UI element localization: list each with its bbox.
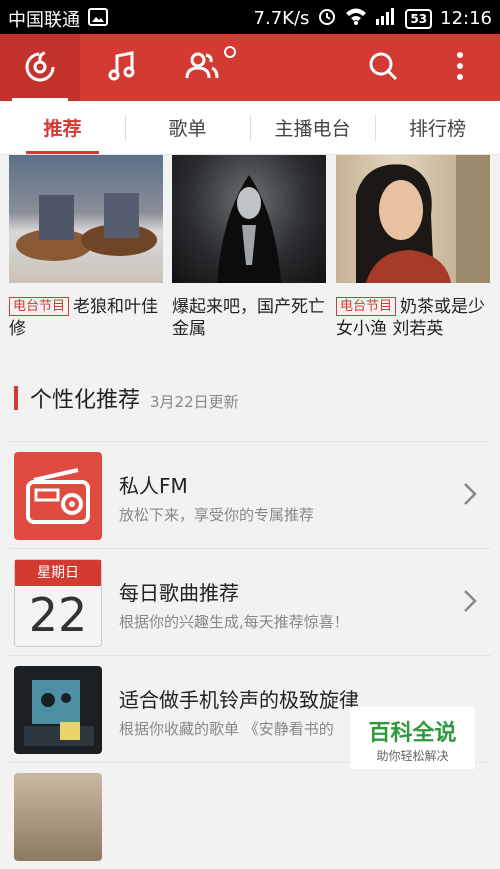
more-vertical-icon bbox=[456, 51, 464, 85]
carrier-label: 中国联通 bbox=[8, 10, 80, 31]
playlist-cover-image bbox=[14, 666, 102, 754]
alarm-icon bbox=[317, 6, 337, 31]
radio-cover-image bbox=[9, 155, 163, 283]
radio-tag: 电台节目 bbox=[336, 297, 397, 316]
watermark-logo: 百科全说 助你轻松解决 bbox=[350, 707, 475, 769]
section-title: 个性化推荐 bbox=[30, 388, 141, 413]
calendar-weekday: 星期日 bbox=[15, 560, 101, 586]
list-item-subtitle: 根据你的兴趣生成,每天推荐惊喜！ bbox=[119, 613, 349, 631]
notification-dot bbox=[224, 46, 236, 58]
radio-card[interactable]: 电台节目 老狼和叶佳修 bbox=[9, 155, 163, 340]
radio-card-title: 爆起来吧，国产死亡金属 bbox=[172, 297, 325, 339]
chevron-right-icon bbox=[463, 482, 477, 510]
tab-radio[interactable]: 主播电台 bbox=[250, 101, 375, 154]
search-button[interactable] bbox=[345, 34, 420, 101]
section-update-date: 3月22日更新 bbox=[150, 393, 239, 411]
radio-cover-image bbox=[336, 155, 490, 283]
list-item-partial[interactable] bbox=[9, 762, 491, 869]
calendar-day: 22 bbox=[28, 588, 88, 642]
radio-card[interactable]: 电台节目 奶茶或是少女小渔 刘若英 bbox=[336, 155, 490, 340]
radio-card[interactable]: 爆起来吧，国产死亡金属 bbox=[172, 155, 326, 340]
status-bar: 中国联通 7.7K/s 53 12:16 bbox=[0, 0, 500, 34]
radio-fm-icon bbox=[14, 452, 102, 540]
list-item-daily-songs[interactable]: 星期日 22 每日歌曲推荐 根据你的兴趣生成,每天推荐惊喜！ bbox=[9, 548, 491, 655]
search-icon bbox=[368, 51, 398, 85]
app-bar bbox=[0, 34, 500, 101]
calendar-icon: 星期日 22 bbox=[14, 559, 102, 647]
list-item-subtitle: 放松下来，享受你的专属推荐 bbox=[119, 506, 315, 524]
signal-icon bbox=[375, 7, 397, 30]
list-item-subtitle: 根据你收藏的歌单 《安静看书的 bbox=[119, 720, 334, 738]
watermark-title: 百科全说 bbox=[368, 721, 457, 746]
radio-tag: 电台节目 bbox=[9, 297, 70, 316]
friends-icon bbox=[184, 50, 220, 86]
tab-playlists[interactable]: 歌单 bbox=[125, 101, 250, 154]
list-item-title: 每日歌曲推荐 bbox=[119, 581, 239, 605]
list-item-private-fm[interactable]: 私人FM 放松下来，享受你的专属推荐 bbox=[9, 441, 491, 548]
section-header: 个性化推荐 3月22日更新 bbox=[14, 382, 239, 414]
wifi-icon bbox=[345, 7, 367, 30]
music-tab-button[interactable] bbox=[82, 34, 162, 101]
image-notification-icon bbox=[88, 7, 108, 31]
list-item-title: 私人FM bbox=[119, 474, 188, 498]
chevron-right-icon bbox=[463, 589, 477, 617]
friends-tab-button[interactable] bbox=[162, 34, 242, 101]
battery-icon: 53 bbox=[405, 8, 433, 29]
section-accent-bar bbox=[14, 386, 18, 410]
clock: 12:16 bbox=[440, 8, 492, 29]
radio-program-grid: 电台节目 老狼和叶佳修 爆起来吧，国产死亡金属 电台节目 奶茶或是少女小渔 刘若英 bbox=[0, 155, 500, 345]
tab-charts[interactable]: 排行榜 bbox=[375, 101, 500, 154]
tab-recommend[interactable]: 推荐 bbox=[0, 101, 125, 154]
network-speed: 7.7K/s bbox=[253, 8, 310, 29]
more-menu-button[interactable] bbox=[420, 34, 500, 101]
sub-tabs: 推荐 歌单 主播电台 排行榜 bbox=[0, 101, 500, 155]
netease-logo-icon bbox=[23, 49, 57, 87]
watermark-subtitle: 助你轻松解决 bbox=[376, 749, 449, 763]
recommendation-list: 私人FM 放松下来，享受你的专属推荐 星期日 22 每日歌曲推荐 根据你的兴趣生… bbox=[9, 441, 491, 869]
home-tab-button[interactable] bbox=[0, 34, 80, 101]
list-item-title: 适合做手机铃声的极致旋律 bbox=[119, 688, 359, 712]
music-note-icon bbox=[106, 50, 138, 86]
radio-cover-image bbox=[172, 155, 326, 283]
playlist-cover-image bbox=[14, 773, 102, 861]
